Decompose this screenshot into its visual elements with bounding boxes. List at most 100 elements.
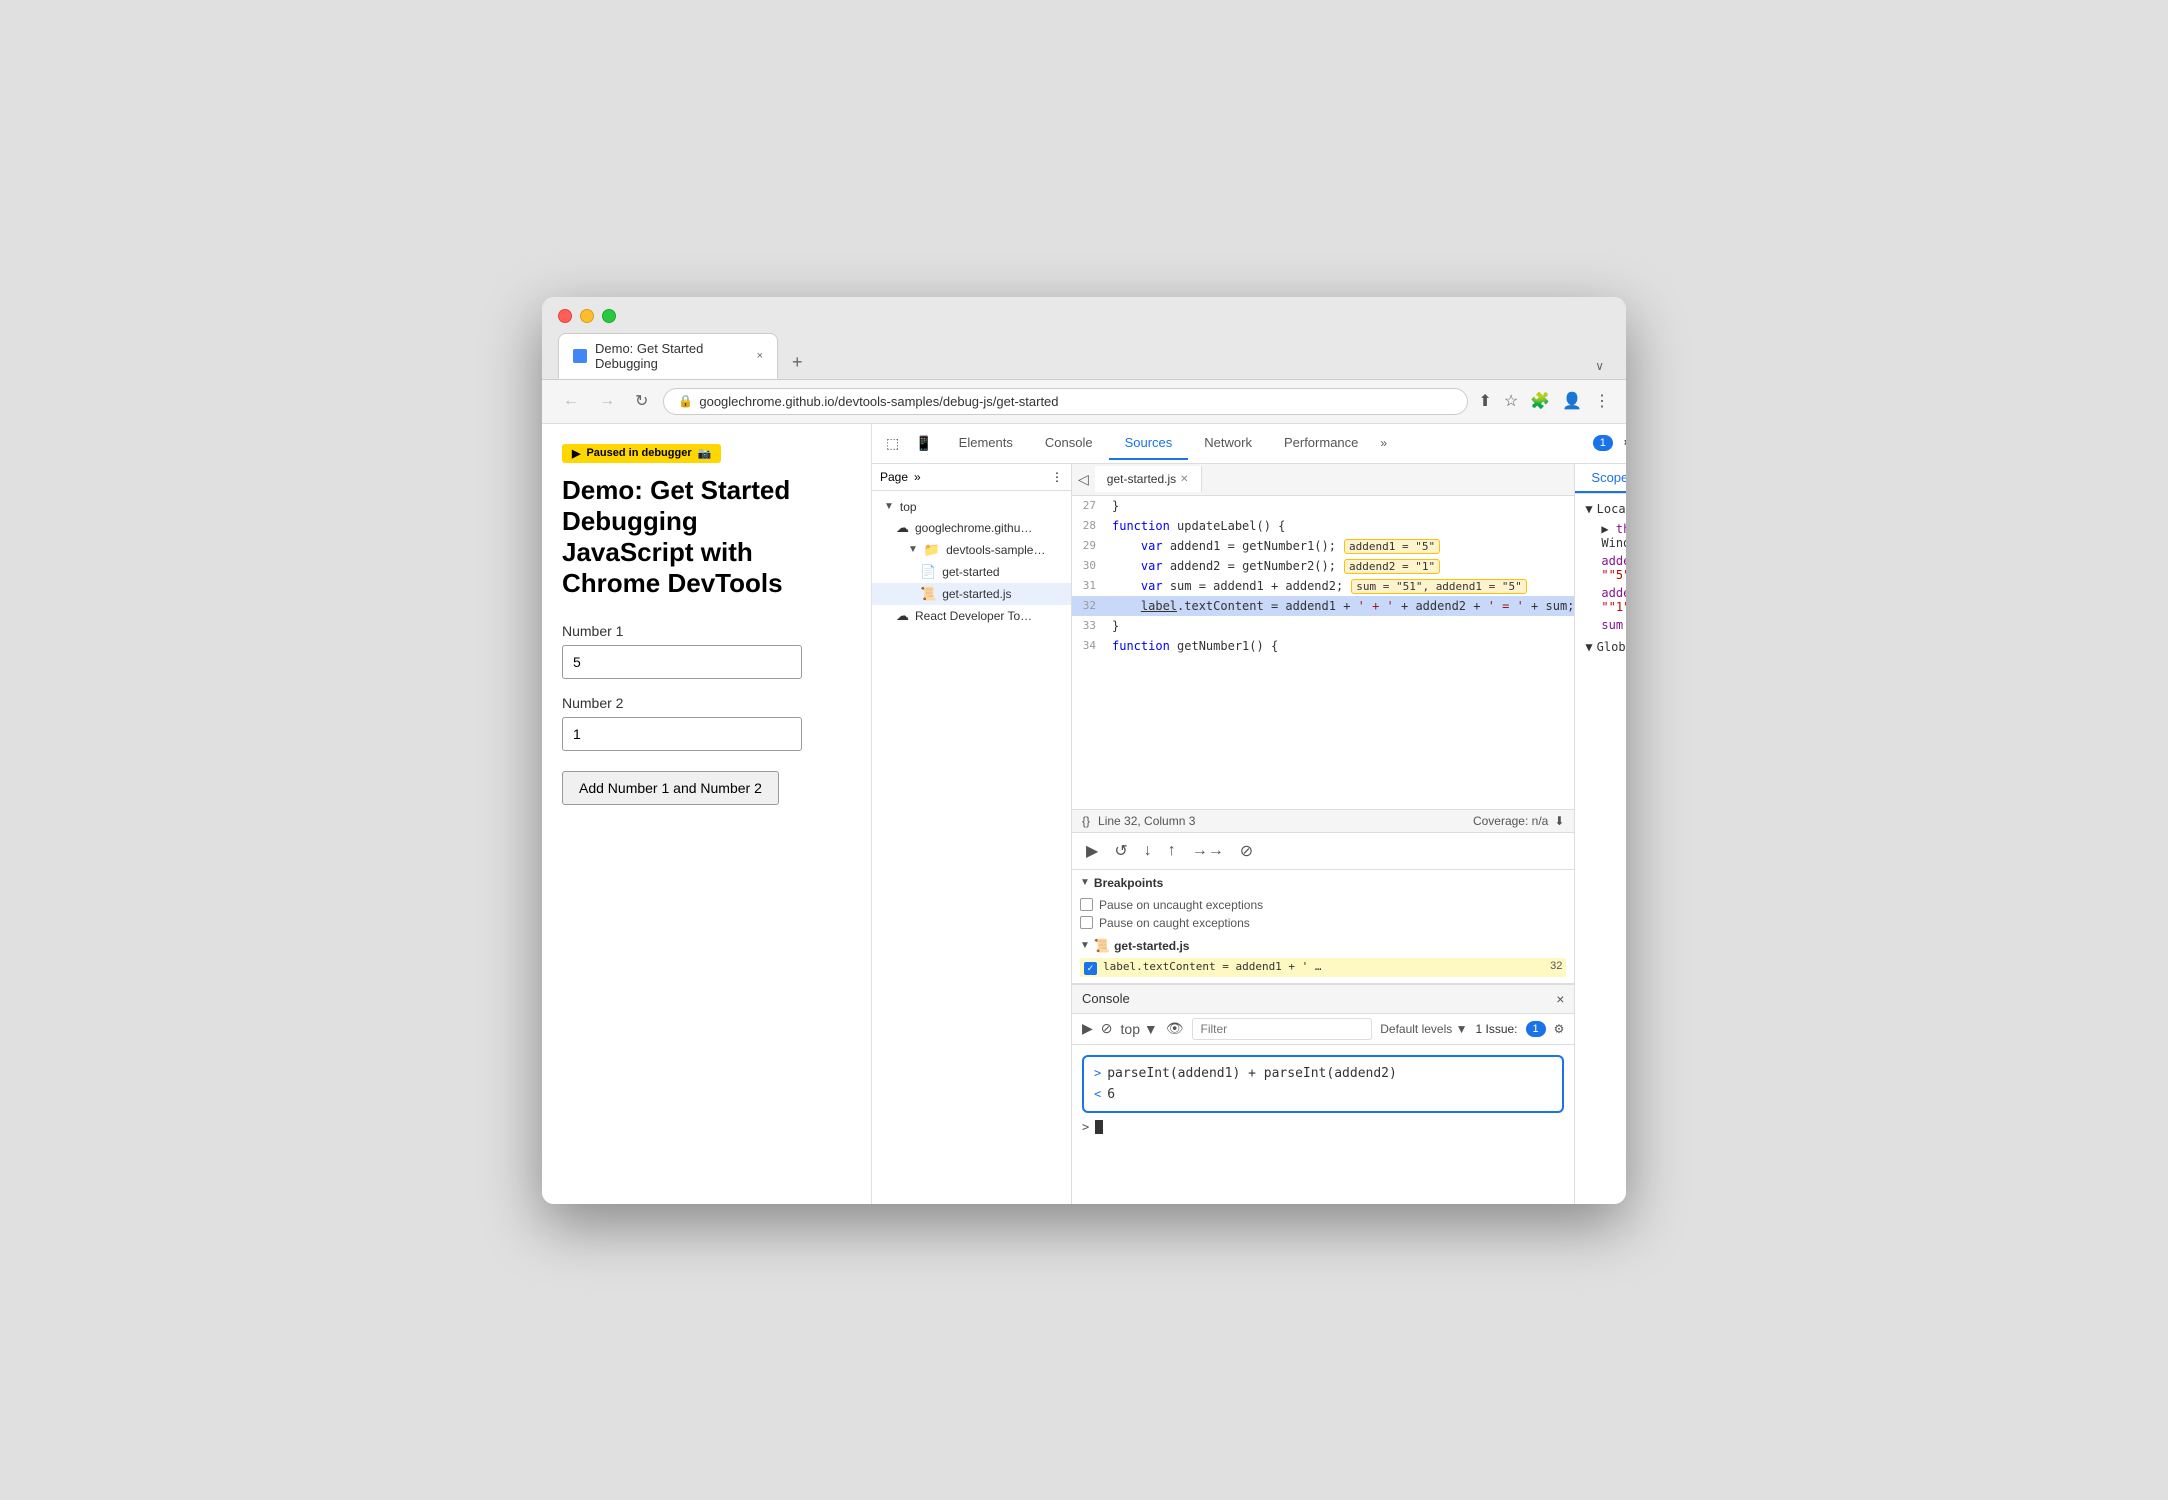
bp-uncaught-checkbox[interactable]: [1080, 898, 1093, 911]
tab-elements[interactable]: Elements: [943, 427, 1029, 460]
console-result-arrow: <: [1094, 1087, 1101, 1101]
extensions-icon[interactable]: 🧩: [1530, 391, 1550, 411]
tree-getstartedjs-label: get-started.js: [942, 587, 1011, 601]
tree-item-github[interactable]: ☁ googlechrome.githu…: [872, 517, 1071, 539]
bp-uncaught[interactable]: Pause on uncaught exceptions: [1080, 896, 1566, 914]
console-issue-count[interactable]: 1 Issue: 1: [1475, 1021, 1545, 1037]
paused-badge: ▶ Paused in debugger 📷: [562, 444, 721, 463]
add-button[interactable]: Add Number 1 and Number 2: [562, 771, 779, 805]
number1-label: Number 1: [562, 623, 851, 639]
code-tab-close[interactable]: ✕: [1180, 474, 1188, 485]
console-context-arrow: ▼: [1144, 1021, 1158, 1037]
step-out-button[interactable]: ↑: [1164, 840, 1180, 862]
scope-local-header[interactable]: ▼ Local: [1585, 502, 1626, 516]
traffic-light-red[interactable]: [558, 309, 572, 323]
console-resume-icon[interactable]: ▶: [1082, 1020, 1093, 1037]
tree-getstarted-label: get-started: [942, 565, 999, 579]
console-header: Console ×: [1072, 985, 1574, 1014]
step-into-button[interactable]: ↓: [1140, 840, 1156, 862]
tab-favicon: [573, 349, 587, 363]
sources-more-button[interactable]: »: [914, 470, 921, 484]
share-icon[interactable]: ⬆: [1478, 391, 1491, 411]
page-label[interactable]: Page: [880, 470, 908, 484]
traffic-light-yellow[interactable]: [580, 309, 594, 323]
step-over-button[interactable]: ↺: [1110, 839, 1131, 863]
sources-dots-button[interactable]: ⋮: [1051, 470, 1063, 484]
scope-global-title: Global: [1597, 640, 1626, 654]
scope-local-arrow: ▼: [1585, 502, 1592, 516]
console-result-entry: < 6: [1094, 1084, 1552, 1105]
scope-addend2-item: addend2 : "1": [1585, 584, 1626, 616]
scope-global-arrow: ▼: [1585, 640, 1592, 654]
bp-caught[interactable]: Pause on caught exceptions: [1080, 914, 1566, 932]
tree-top-label: top: [900, 500, 917, 514]
address-field[interactable]: 🔒 googlechrome.github.io/devtools-sample…: [663, 388, 1468, 415]
back-button[interactable]: ←: [558, 390, 584, 412]
resume-button[interactable]: ▶: [1082, 839, 1102, 863]
console-gear-icon[interactable]: ⚙: [1554, 1022, 1565, 1036]
bookmark-icon[interactable]: ☆: [1504, 391, 1518, 411]
code-line-30: 30 var addend2 = getNumber2();addend2 = …: [1072, 556, 1574, 576]
console-eye-icon[interactable]: 👁: [1166, 1020, 1184, 1037]
tab-performance[interactable]: Performance: [1268, 427, 1374, 460]
code-line-34: 34 function getNumber1() {: [1072, 636, 1574, 656]
console-context-selector[interactable]: top ▼: [1121, 1021, 1158, 1037]
sources-tree: ▼ top ☁ googlechrome.githu… ▼ 📁 devtools…: [872, 491, 1071, 633]
tree-item-devtools-sample[interactable]: ▼ 📁 devtools-sample…: [872, 539, 1071, 561]
console-filter-input[interactable]: [1192, 1018, 1373, 1040]
tree-item-top[interactable]: ▼ top: [872, 497, 1071, 517]
traffic-light-green[interactable]: [602, 309, 616, 323]
tab-menu-button[interactable]: ∨: [1589, 353, 1610, 379]
bp-caught-checkbox[interactable]: [1080, 916, 1093, 929]
new-tab-button[interactable]: +: [782, 346, 813, 379]
code-tab-getstarted-js[interactable]: get-started.js ✕: [1095, 466, 1202, 492]
console-close-button[interactable]: ×: [1556, 991, 1564, 1007]
console-input-row[interactable]: >: [1082, 1117, 1564, 1137]
address-text: googlechrome.github.io/devtools-samples/…: [699, 394, 1058, 409]
number2-input[interactable]: [562, 717, 802, 751]
coverage-icon[interactable]: ⬇: [1554, 814, 1564, 828]
bp-checked-icon[interactable]: [1084, 962, 1097, 975]
bp-file-arrow-icon[interactable]: ▼: [1080, 940, 1090, 951]
console-cmd-arrow: >: [1094, 1066, 1101, 1080]
tab-close-button[interactable]: ×: [757, 350, 763, 362]
code-line-33: 33 }: [1072, 616, 1574, 636]
settings-icon[interactable]: ⚙: [1617, 429, 1626, 457]
console-content: > parseInt(addend1) + parseInt(addend2) …: [1072, 1045, 1574, 1204]
tab-network[interactable]: Network: [1188, 427, 1268, 460]
scope-panel: Scope Watch ▼ Local ▶ this: [1575, 464, 1626, 1204]
deactivate-button[interactable]: ⊘: [1236, 839, 1257, 863]
tab-console[interactable]: Console: [1029, 427, 1109, 460]
tab-sources[interactable]: Sources: [1109, 427, 1189, 460]
forward-button[interactable]: →: [594, 390, 620, 412]
bp-arrow-icon[interactable]: ▼: [1080, 877, 1090, 888]
code-area[interactable]: 27 } 28 function updateLabel() { 29 var …: [1072, 496, 1574, 809]
browser-tab-active[interactable]: Demo: Get Started Debugging ×: [558, 333, 778, 379]
issue-badge[interactable]: 1: [1593, 435, 1613, 451]
bp-caught-label: Pause on caught exceptions: [1099, 916, 1250, 930]
profile-icon[interactable]: 👤: [1562, 391, 1582, 411]
number1-input[interactable]: [562, 645, 802, 679]
console-input-arrow: >: [1082, 1120, 1089, 1134]
console-default-levels[interactable]: Default levels ▼: [1380, 1022, 1467, 1036]
tree-item-react[interactable]: ☁ React Developer To…: [872, 605, 1071, 627]
scope-tab-scope[interactable]: Scope: [1575, 464, 1626, 493]
code-line-27: 27 }: [1072, 496, 1574, 516]
device-toolbar-icon[interactable]: 📱: [909, 431, 938, 456]
inspector-icon[interactable]: ⬚: [880, 431, 905, 456]
step-button[interactable]: →→: [1188, 840, 1228, 862]
bp-file-entry[interactable]: label.textContent = addend1 + ' … 32: [1080, 958, 1566, 977]
more-tabs-button[interactable]: »: [1374, 432, 1393, 454]
console-block-icon[interactable]: ⊘: [1101, 1020, 1113, 1037]
webpage-panel: ▶ Paused in debugger 📷 Demo: Get Started…: [542, 424, 872, 1204]
scope-global-header[interactable]: ▼ Global Window: [1585, 640, 1626, 654]
console-highlighted-block: > parseInt(addend1) + parseInt(addend2) …: [1082, 1055, 1564, 1113]
refresh-button[interactable]: ↻: [630, 389, 653, 413]
code-nav-left[interactable]: ◁: [1072, 467, 1095, 492]
code-line-28: 28 function updateLabel() {: [1072, 516, 1574, 536]
tree-item-get-started[interactable]: 📄 get-started: [872, 561, 1071, 583]
menu-dots-icon[interactable]: ⋮: [1594, 391, 1610, 411]
braces-icon[interactable]: {}: [1082, 814, 1090, 828]
tab-title: Demo: Get Started Debugging: [595, 341, 745, 371]
tree-item-get-started-js[interactable]: 📜 get-started.js: [872, 583, 1071, 605]
